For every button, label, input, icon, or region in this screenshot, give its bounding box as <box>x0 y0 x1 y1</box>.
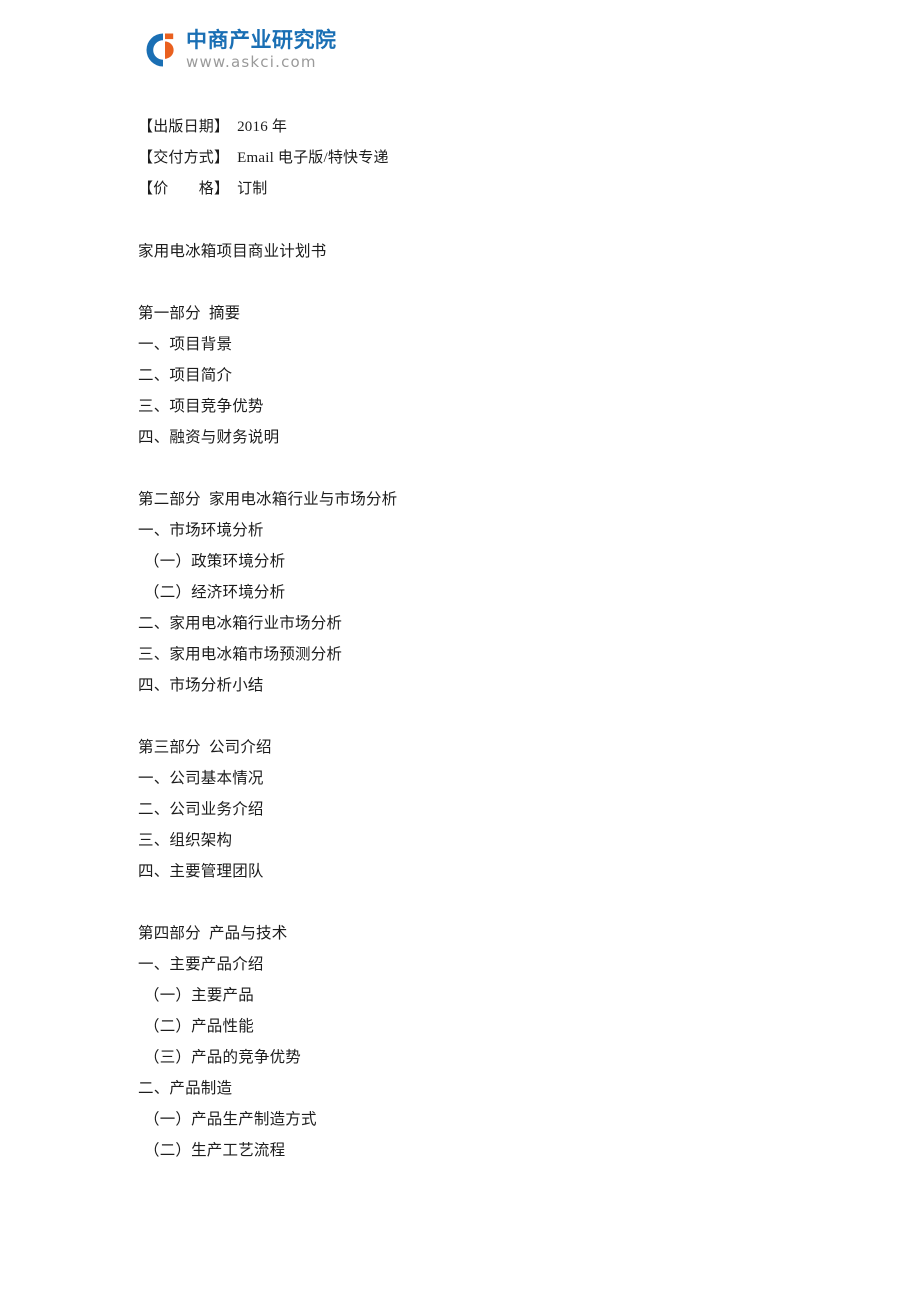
meta-line-delivery: 【交付方式】 Email 电子版/特快专递 <box>138 143 838 174</box>
toc-item: 四、融资与财务说明 <box>138 429 280 446</box>
meta-label: 【价 格】 <box>138 181 230 197</box>
meta-value: 订制 <box>237 181 268 197</box>
toc-subitem: （三）产品的竞争优势 <box>144 1049 302 1066</box>
toc-subitem: （一）产品生产制造方式 <box>144 1111 317 1128</box>
meta-line-price: 【价 格】 订制 <box>138 174 838 205</box>
toc-subitem: （二）产品性能 <box>144 1018 254 1035</box>
meta-label: 【交付方式】 <box>138 150 230 166</box>
toc-subitem: （一）政策环境分析 <box>144 553 286 570</box>
logo-website-url: www.askci.com <box>186 53 317 71</box>
toc-subitem: （二）经济环境分析 <box>144 584 286 601</box>
toc-item: 二、公司业务介绍 <box>138 801 264 818</box>
logo-company-name: 中商产业研究院 <box>186 28 337 52</box>
toc-item: 二、项目简介 <box>138 367 233 384</box>
toc-item: 三、组织架构 <box>138 832 233 849</box>
toc-item: 一、项目背景 <box>138 336 233 353</box>
toc-subitem: （一）主要产品 <box>144 987 254 1004</box>
section-heading-3: 第三部分 公司介绍 <box>138 739 272 756</box>
toc-item: 四、市场分析小结 <box>138 677 264 694</box>
toc-item: 四、主要管理团队 <box>138 863 264 880</box>
toc-item: 三、项目竞争优势 <box>138 398 264 415</box>
site-logo: 中商产业研究院 www.askci.com <box>143 28 337 72</box>
toc-item: 一、公司基本情况 <box>138 770 264 787</box>
meta-line-publish-date: 【出版日期】 2016 年 <box>138 112 838 143</box>
section-heading-1: 第一部分 摘要 <box>138 305 241 322</box>
section-heading-4: 第四部分 产品与技术 <box>138 925 288 942</box>
toc-item: 二、产品制造 <box>138 1080 233 1097</box>
toc-subitem: （二）生产工艺流程 <box>144 1142 286 1159</box>
document-body: 【出版日期】 2016 年 【交付方式】 Email 电子版/特快专递 【价 格… <box>138 112 838 1166</box>
page-title: 家用电冰箱项目商业计划书 <box>138 243 327 260</box>
meta-value: Email 电子版/特快专递 <box>237 150 389 166</box>
toc-item: 一、市场环境分析 <box>138 522 264 539</box>
toc-item: 一、主要产品介绍 <box>138 956 264 973</box>
section-heading-2: 第二部分 家用电冰箱行业与市场分析 <box>138 491 398 508</box>
askci-c-logo-icon <box>143 28 181 72</box>
toc-item: 二、家用电冰箱行业市场分析 <box>138 615 343 632</box>
meta-value: 2016 年 <box>237 119 288 135</box>
toc-item: 三、家用电冰箱市场预测分析 <box>138 646 343 663</box>
meta-label: 【出版日期】 <box>138 119 230 135</box>
